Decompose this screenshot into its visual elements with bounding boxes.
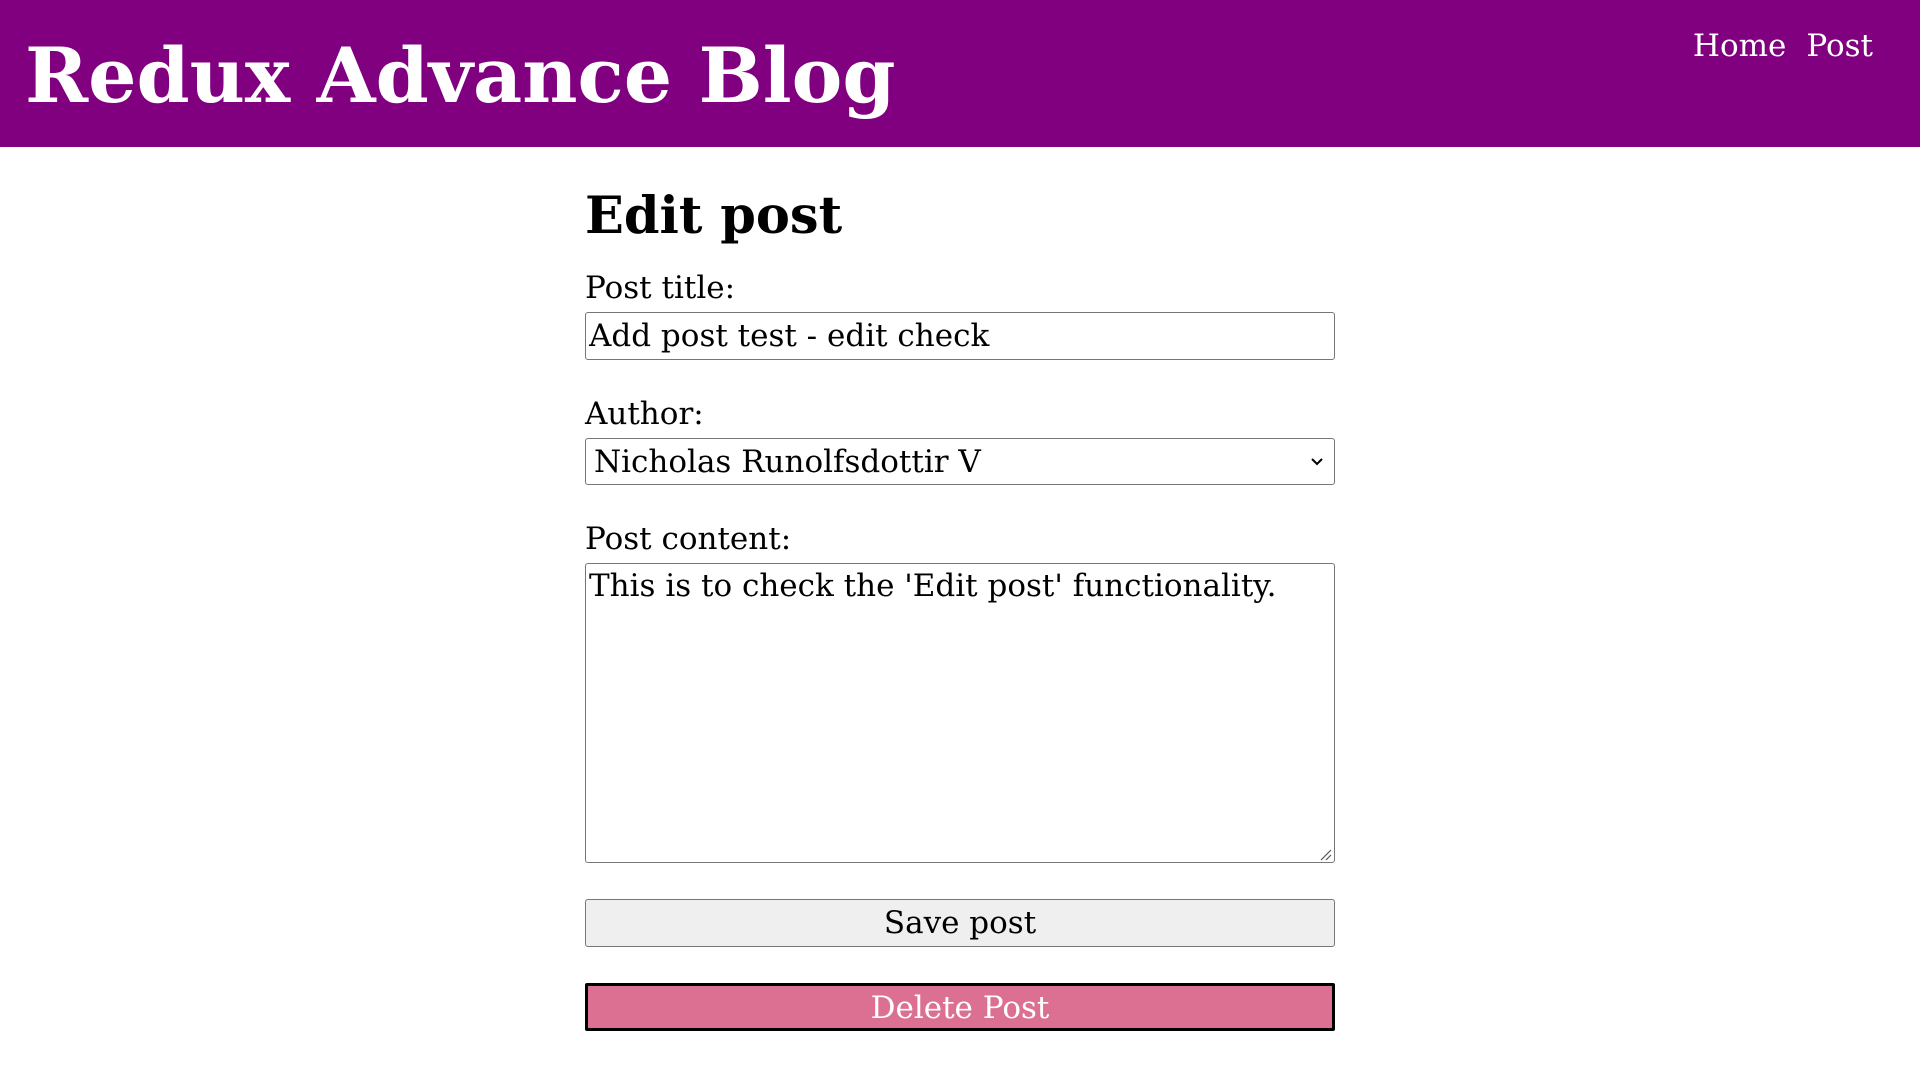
delete-post-button[interactable]: Delete Post bbox=[585, 983, 1335, 1031]
post-title-input[interactable] bbox=[585, 312, 1335, 360]
chevron-down-icon bbox=[1308, 453, 1326, 471]
nav-link-home[interactable]: Home bbox=[1693, 24, 1786, 68]
author-selected-value: Nicholas Runolfsdottir V bbox=[594, 443, 981, 480]
site-header: Redux Advance Blog Home Post bbox=[0, 0, 1920, 147]
post-title-label: Post title: bbox=[585, 270, 736, 306]
author-label: Author: bbox=[585, 396, 704, 432]
nav-link-post[interactable]: Post bbox=[1806, 24, 1873, 68]
post-content-label: Post content: bbox=[585, 521, 792, 557]
resize-handle-icon[interactable] bbox=[1318, 846, 1332, 861]
author-select[interactable]: Nicholas Runolfsdottir V bbox=[585, 438, 1335, 485]
page-title: Edit post bbox=[585, 186, 843, 246]
save-post-button[interactable]: Save post bbox=[585, 899, 1335, 947]
main-nav: Home Post bbox=[1693, 24, 1873, 68]
site-title: Redux Advance Blog bbox=[25, 31, 896, 120]
post-content-textarea[interactable]: This is to check the 'Edit post' functio… bbox=[585, 563, 1335, 863]
